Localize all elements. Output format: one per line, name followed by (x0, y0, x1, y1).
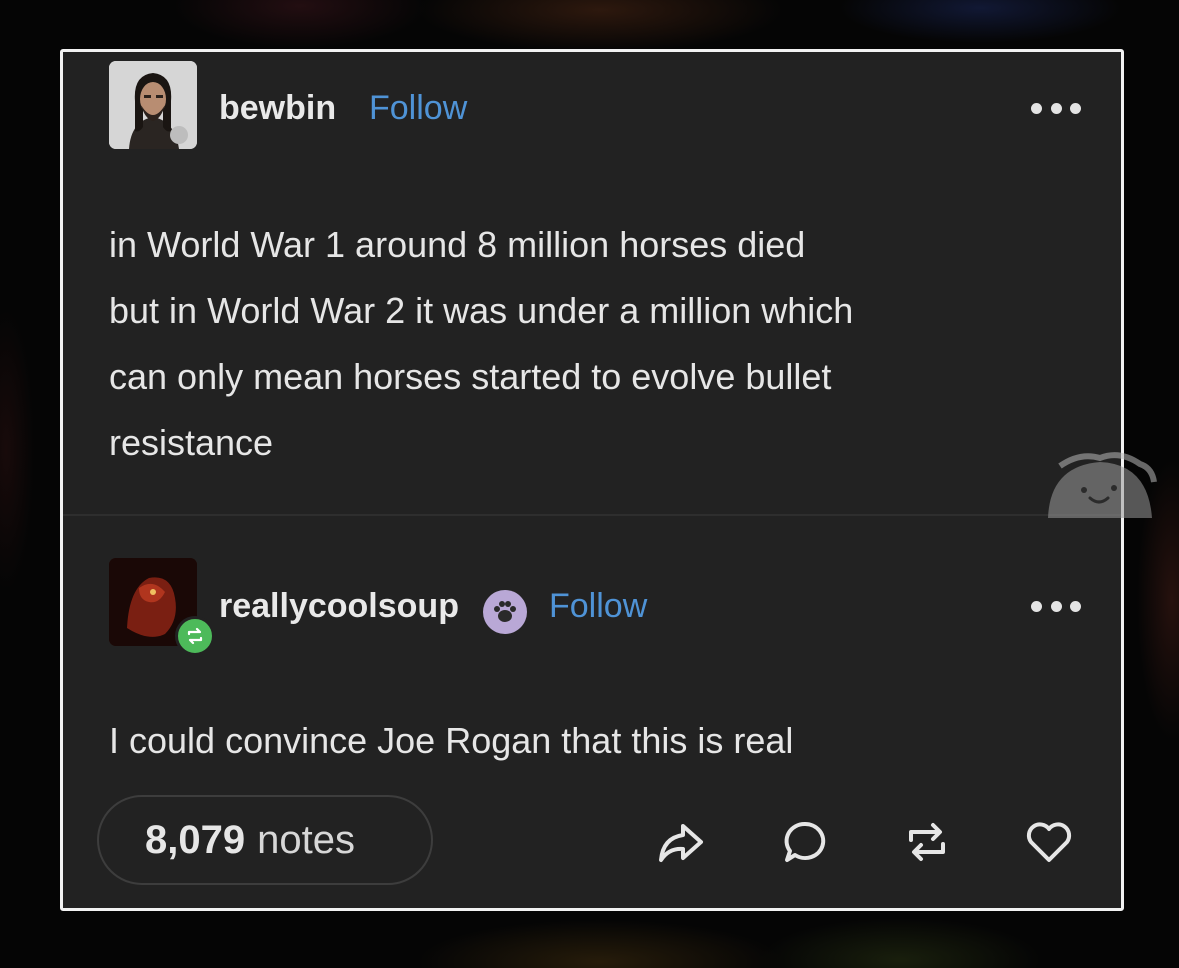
notes-label: notes (257, 817, 355, 862)
reblog-more-options-icon[interactable] (1031, 596, 1081, 616)
notes-button[interactable]: 8,079 notes (97, 795, 433, 885)
reblog-badge-icon (175, 616, 215, 656)
reblog-author-username[interactable]: reallycoolsoup (219, 586, 459, 626)
share-icon[interactable] (653, 814, 709, 870)
reblog-divider (63, 514, 1121, 516)
follow-reallycoolsoup-button[interactable]: Follow (549, 586, 647, 626)
person-photo-avatar-icon (109, 61, 197, 149)
follow-bewbin-button[interactable]: Follow (369, 88, 467, 128)
reblog-icon[interactable] (899, 814, 955, 870)
more-options-icon[interactable] (1031, 98, 1081, 118)
comment-icon[interactable] (777, 814, 833, 870)
post-author-username[interactable]: bewbin (219, 88, 336, 128)
bewbin-avatar[interactable] (109, 61, 197, 149)
post-body-text: in World War 1 around 8 million horses d… (109, 224, 854, 463)
taco-watermark-icon (1040, 448, 1160, 528)
paw-badge-icon (483, 590, 527, 634)
heart-icon[interactable] (1021, 814, 1077, 870)
tumblr-post-card: bewbin Follow in World War 1 around 8 mi… (60, 49, 1124, 911)
reblog-body-text: I could convince Joe Rogan that this is … (109, 720, 794, 761)
notes-count: 8,079 (145, 817, 246, 862)
